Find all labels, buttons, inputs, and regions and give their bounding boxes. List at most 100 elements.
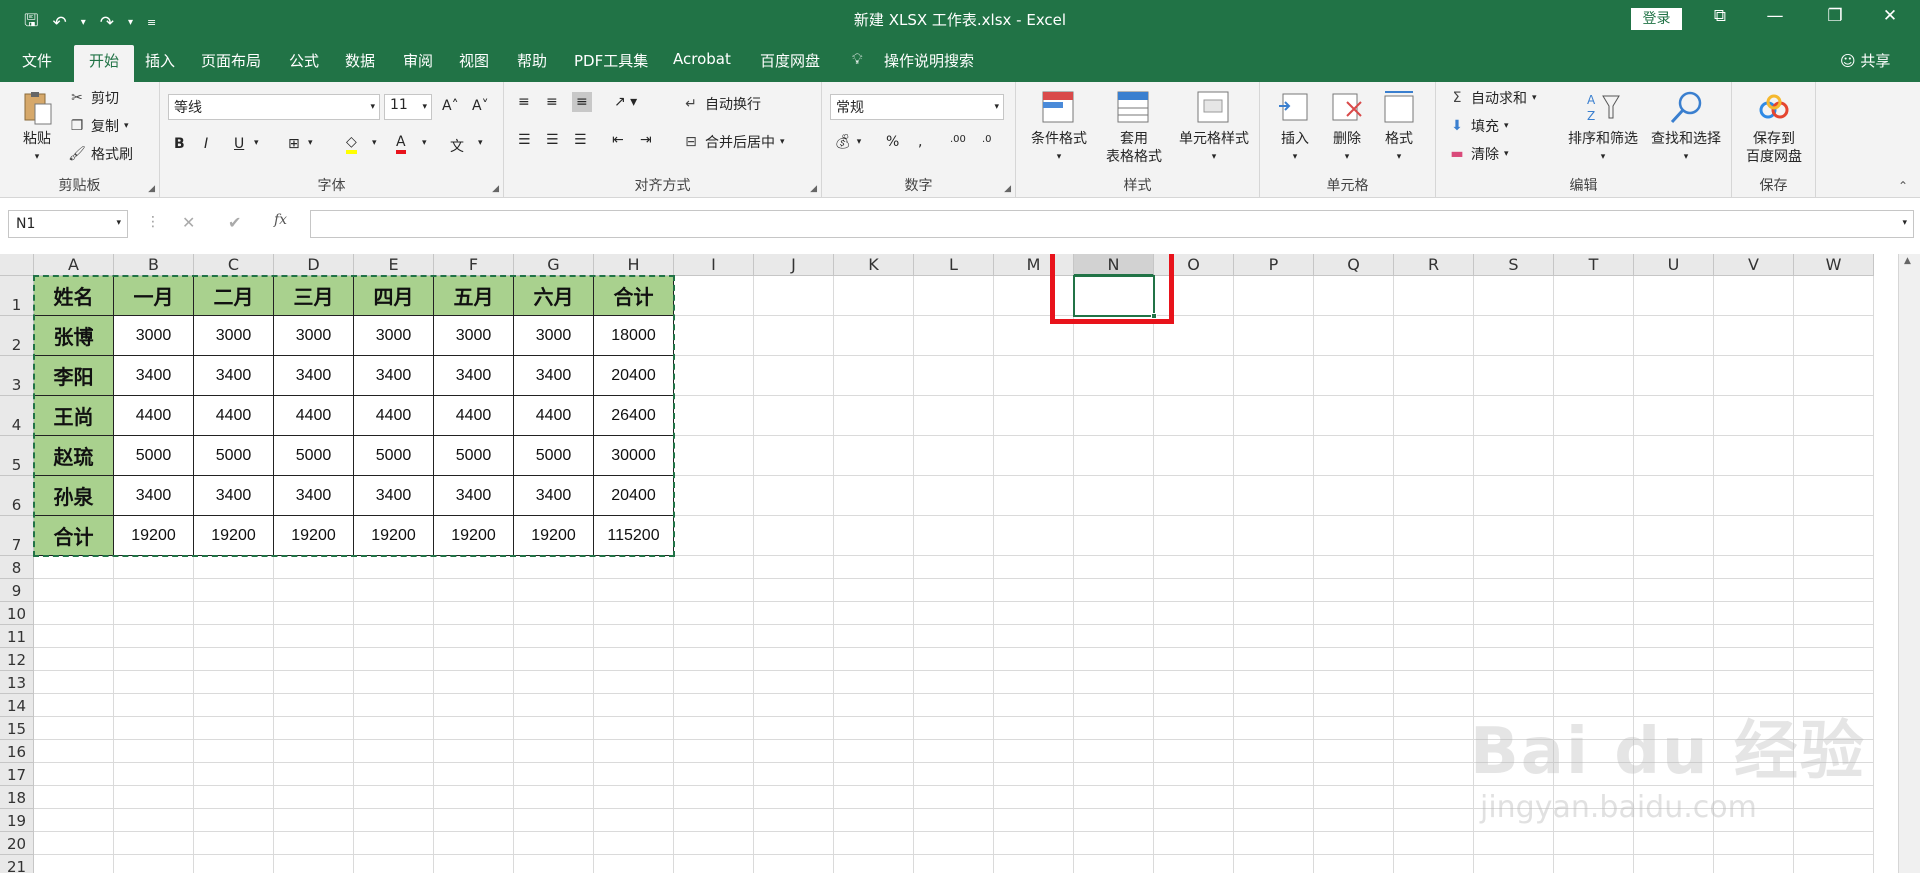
cell-K9[interactable] [834, 579, 914, 602]
decrease-indent-icon[interactable]: ⇤ [612, 132, 624, 148]
cell-V20[interactable] [1714, 832, 1794, 855]
cell-S11[interactable] [1474, 625, 1554, 648]
increase-indent-icon[interactable]: ⇥ [640, 132, 652, 148]
cell-J17[interactable] [754, 763, 834, 786]
cell-L14[interactable] [914, 694, 994, 717]
cell-J5[interactable] [754, 436, 834, 476]
cell-G16[interactable] [514, 740, 594, 763]
cell-E10[interactable] [354, 602, 434, 625]
cell-V1[interactable] [1714, 276, 1794, 316]
cell-L12[interactable] [914, 648, 994, 671]
cell-O21[interactable] [1154, 855, 1234, 873]
cell-T10[interactable] [1554, 602, 1634, 625]
cell-T12[interactable] [1554, 648, 1634, 671]
row-header-8[interactable]: 8 [0, 556, 34, 579]
cell-C9[interactable] [194, 579, 274, 602]
format-cells-button[interactable]: 格式 ▾ [1374, 90, 1424, 166]
cell-D8[interactable] [274, 556, 354, 579]
cell-H2[interactable]: 18000 [594, 316, 674, 356]
cell-I6[interactable] [674, 476, 754, 516]
cell-K21[interactable] [834, 855, 914, 873]
cell-F15[interactable] [434, 717, 514, 740]
cell-W20[interactable] [1794, 832, 1874, 855]
tab-insert[interactable]: 插入 [145, 50, 175, 71]
cell-N10[interactable] [1074, 602, 1154, 625]
align-middle-icon[interactable]: ≡ [546, 94, 558, 110]
cell-A19[interactable] [34, 809, 114, 832]
align-bottom-icon[interactable]: ≡ [572, 92, 592, 112]
cell-R15[interactable] [1394, 717, 1474, 740]
tab-acrobat[interactable]: Acrobat [673, 50, 731, 68]
cell-H14[interactable] [594, 694, 674, 717]
cell-S1[interactable] [1474, 276, 1554, 316]
cell-C5[interactable]: 5000 [194, 436, 274, 476]
cell-K7[interactable] [834, 516, 914, 556]
cell-B18[interactable] [114, 786, 194, 809]
cell-J16[interactable] [754, 740, 834, 763]
cell-C4[interactable]: 4400 [194, 396, 274, 436]
cell-G8[interactable] [514, 556, 594, 579]
row-header-10[interactable]: 10 [0, 602, 34, 625]
cell-T18[interactable] [1554, 786, 1634, 809]
cell-T14[interactable] [1554, 694, 1634, 717]
cell-D7[interactable]: 19200 [274, 516, 354, 556]
cell-W16[interactable] [1794, 740, 1874, 763]
underline-button[interactable]: U [234, 136, 244, 152]
cell-C6[interactable]: 3400 [194, 476, 274, 516]
cell-B7[interactable]: 19200 [114, 516, 194, 556]
cell-Q18[interactable] [1314, 786, 1394, 809]
cell-L11[interactable] [914, 625, 994, 648]
cell-F4[interactable]: 4400 [434, 396, 514, 436]
ribbon-display-icon[interactable]: ⧉ [1705, 6, 1735, 26]
cell-O6[interactable] [1154, 476, 1234, 516]
cell-W9[interactable] [1794, 579, 1874, 602]
cell-H12[interactable] [594, 648, 674, 671]
cell-L19[interactable] [914, 809, 994, 832]
cell-H7[interactable]: 115200 [594, 516, 674, 556]
cell-E21[interactable] [354, 855, 434, 873]
font-name-select[interactable]: 等线 ▾ [168, 94, 380, 120]
cell-S7[interactable] [1474, 516, 1554, 556]
cell-P9[interactable] [1234, 579, 1314, 602]
cell-E2[interactable]: 3000 [354, 316, 434, 356]
cell-C13[interactable] [194, 671, 274, 694]
cell-Q10[interactable] [1314, 602, 1394, 625]
cell-G20[interactable] [514, 832, 594, 855]
cell-N2[interactable] [1074, 316, 1154, 356]
cell-I8[interactable] [674, 556, 754, 579]
cell-E14[interactable] [354, 694, 434, 717]
cell-K17[interactable] [834, 763, 914, 786]
cell-A11[interactable] [34, 625, 114, 648]
cell-O9[interactable] [1154, 579, 1234, 602]
cell-B1[interactable]: 一月 [114, 276, 194, 316]
cell-B15[interactable] [114, 717, 194, 740]
cell-N3[interactable] [1074, 356, 1154, 396]
align-center-icon[interactable]: ☰ [546, 132, 559, 148]
cell-U5[interactable] [1634, 436, 1714, 476]
percent-icon[interactable]: % [886, 134, 899, 150]
cell-H5[interactable]: 30000 [594, 436, 674, 476]
cell-O16[interactable] [1154, 740, 1234, 763]
cell-T17[interactable] [1554, 763, 1634, 786]
paste-button[interactable]: 粘贴 ▾ [14, 90, 60, 166]
cell-C19[interactable] [194, 809, 274, 832]
dialog-launcher-icon[interactable]: ◢ [492, 184, 499, 194]
column-header-Q[interactable]: Q [1314, 254, 1394, 276]
comma-icon[interactable]: , [918, 134, 922, 150]
cell-P8[interactable] [1234, 556, 1314, 579]
number-format-select[interactable]: 常规 ▾ [830, 94, 1004, 120]
cell-S14[interactable] [1474, 694, 1554, 717]
cell-W19[interactable] [1794, 809, 1874, 832]
cell-N15[interactable] [1074, 717, 1154, 740]
cell-J15[interactable] [754, 717, 834, 740]
cell-G3[interactable]: 3400 [514, 356, 594, 396]
cell-D21[interactable] [274, 855, 354, 873]
vertical-scrollbar[interactable]: ▲ [1898, 254, 1920, 873]
cell-C20[interactable] [194, 832, 274, 855]
formula-input[interactable]: ▾ [310, 210, 1914, 238]
cell-D9[interactable] [274, 579, 354, 602]
cell-G21[interactable] [514, 855, 594, 873]
cell-I21[interactable] [674, 855, 754, 873]
cell-F21[interactable] [434, 855, 514, 873]
cell-A21[interactable] [34, 855, 114, 873]
